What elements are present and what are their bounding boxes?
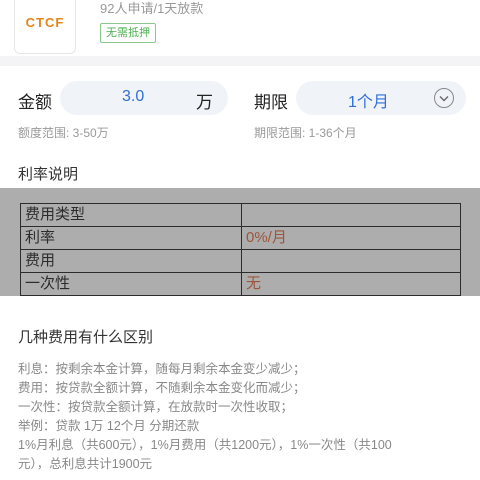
watermark-overlay [0, 188, 480, 296]
no-collateral-badge: 无需抵押 [100, 23, 156, 43]
applicants-info: 92人申请/1天放款 [100, 1, 204, 16]
fee-line: 利息：按剩余本金计算，随每月剩余本金变少减少； [18, 362, 306, 376]
rate-section-title: 利率说明 [18, 166, 79, 183]
amount-label: 金额 [18, 93, 52, 112]
lender-logo: CTCF [14, 0, 76, 54]
term-value[interactable]: 1个月 [348, 88, 389, 112]
term-label: 期限 [254, 93, 288, 112]
chevron-down-icon[interactable] [434, 88, 454, 108]
term-range: 期限范围: 1-36个月 [254, 126, 357, 140]
fee-section-title: 几种费用有什么区别 [18, 329, 154, 346]
fee-line: 1%月利息（共600元），1%月费用（共1200元），1%一次性（共100 [18, 438, 392, 452]
amount-range: 额度范围: 3-50万 [18, 126, 109, 140]
product-header: CTCF 92人申请/1天放款 无需抵押 [0, 0, 480, 56]
lender-logo-text: CTCF [25, 14, 65, 30]
amount-unit: 万 [196, 93, 213, 112]
fee-line: 举例：贷款 1万 12个月 分期还款 [18, 419, 200, 433]
amount-value[interactable]: 3.0 [122, 88, 144, 106]
fee-line: 一次性：按贷款全额计算，在放款时一次性收取； [18, 400, 294, 414]
fee-line: 元），总利息共计1900元 [18, 457, 153, 471]
fee-explanation: 几种费用有什么区别 利息：按剩余本金计算，随每月剩余本金变少减少； 费用：按贷款… [0, 316, 480, 480]
fee-line: 费用：按贷款全额计算，不随剩余本金变化而减少； [18, 381, 306, 395]
